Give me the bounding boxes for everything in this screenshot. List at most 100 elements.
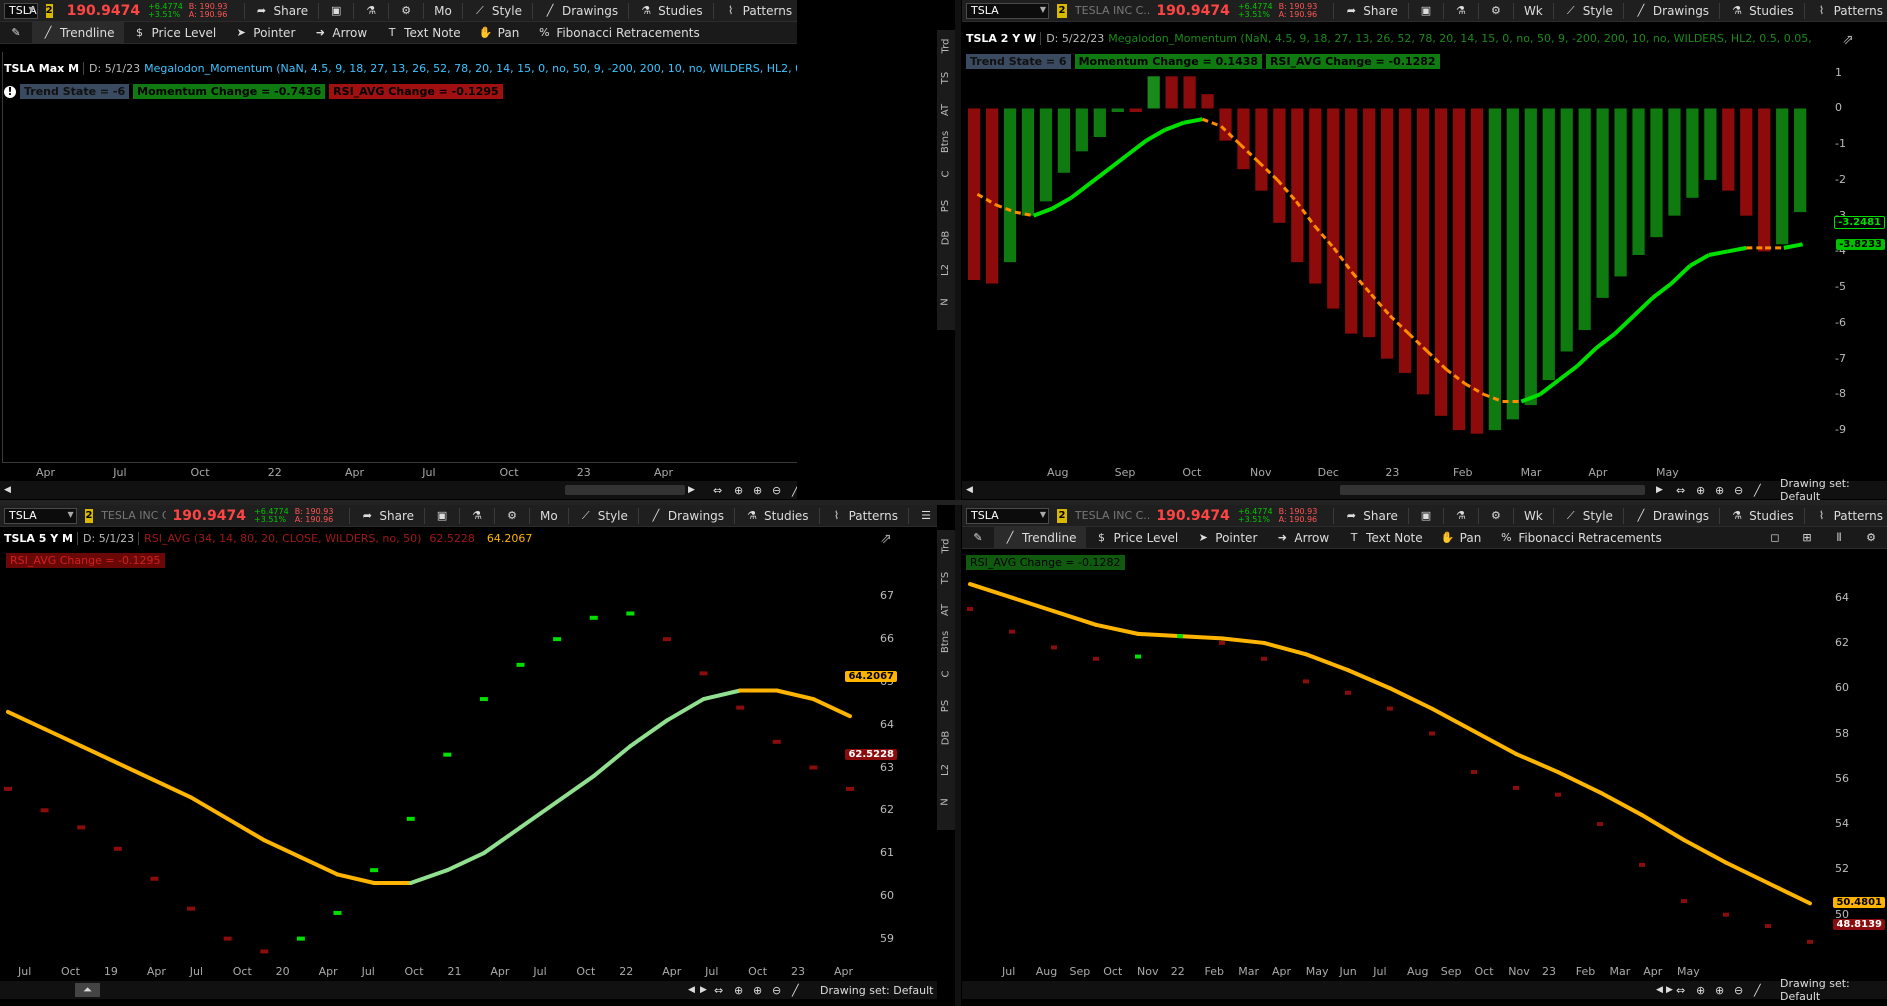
draw-icon[interactable]: ╱ xyxy=(792,984,799,997)
x-tick-label: Feb xyxy=(1453,466,1473,479)
scroll-left-icon[interactable]: ◀ xyxy=(1656,985,1663,995)
trendline-tool[interactable]: ╱ Trendline xyxy=(32,21,124,44)
flask-button[interactable]: ⚗ xyxy=(360,4,382,18)
expand-h-icon[interactable]: ⇔ xyxy=(1676,484,1685,497)
drawing-toolbar: ✎ ╱ Trendline $ Price Level ➤ Pointer ➜ Arro… xyxy=(0,21,797,44)
y-tick-label: -1 xyxy=(1835,137,1846,151)
x-tick-label: May xyxy=(1677,965,1700,978)
draw-icon[interactable]: ╱ xyxy=(792,484,797,497)
zoom-out-icon[interactable]: ⊖ xyxy=(772,984,781,997)
scroll-right-icon[interactable]: ▶ xyxy=(1666,985,1673,995)
pan-tool[interactable]: ✋ Pan xyxy=(470,22,529,44)
rsi-avg-segment xyxy=(408,868,450,885)
rsi-avg-segment xyxy=(664,697,706,723)
zoom-in-icon[interactable]: ⊕ xyxy=(1715,984,1724,997)
chart-panel-max-monthly: TSLA▼ 2 TESLA INC C... 190.9474 +6.4774+… xyxy=(0,0,797,500)
watchlist-button[interactable]: ▣ xyxy=(325,4,347,18)
price-tag-rsi-avg: -3.2481 xyxy=(1834,216,1885,229)
y-tick-label: 61 xyxy=(880,846,894,860)
drawing-set[interactable]: Drawing set: Default xyxy=(820,984,933,997)
draw-icon[interactable]: ╱ xyxy=(1754,484,1761,497)
drawings-button[interactable]: ╱ Drawings xyxy=(539,4,622,18)
rsi-point xyxy=(4,786,12,791)
rsi-point xyxy=(1345,690,1351,695)
price-level-tool[interactable]: $ Price Level xyxy=(124,22,226,44)
patterns-button[interactable]: ⌇ Patterns xyxy=(720,4,796,18)
crosshair-icon[interactable]: ⊕ xyxy=(734,984,743,997)
crosshair-icon[interactable]: ⊕ xyxy=(734,484,743,497)
text-note-tool[interactable]: T Text Note xyxy=(376,22,470,44)
symbol-selector[interactable]: TSLA ▼ xyxy=(4,2,38,19)
momentum-bar xyxy=(1075,108,1088,152)
zoom-out-icon[interactable]: ⊖ xyxy=(772,484,781,497)
rsi-avg-segment xyxy=(335,872,377,885)
fibonacci-tool[interactable]: % Fibonacci Retracements xyxy=(528,22,708,44)
scroll-left-icon[interactable]: ◀ xyxy=(966,485,973,495)
pointer-tool[interactable]: ➤ Pointer xyxy=(225,22,304,44)
x-tick-label: Oct xyxy=(190,466,210,479)
collapse-icon[interactable]: ⏶ xyxy=(75,983,100,997)
style-button[interactable]: ⟋ Style xyxy=(469,4,526,18)
scrollbar[interactable] xyxy=(1340,485,1645,495)
momentum-bar xyxy=(1003,108,1017,263)
trendline-icon: ╱ xyxy=(44,26,52,39)
pointer-icon: ➤ xyxy=(236,26,246,39)
draw-icon[interactable]: ╱ xyxy=(1754,984,1761,997)
panel-divider-horizontal[interactable] xyxy=(0,500,1887,505)
rsi-avg-segment xyxy=(1052,609,1098,627)
zoom-in-icon[interactable]: ⊕ xyxy=(753,484,762,497)
pin-button[interactable]: ✎ xyxy=(0,22,32,44)
arrow-tool[interactable]: ➜ Arrow xyxy=(304,22,376,44)
link-badge[interactable]: 2 xyxy=(45,3,53,18)
settings-button[interactable]: ⚙ xyxy=(395,4,417,18)
rsi-point xyxy=(77,825,86,830)
x-tick-label: Oct xyxy=(1474,965,1494,978)
scroll-left-icon[interactable]: ◀ xyxy=(688,985,695,995)
expand-h-icon[interactable]: ⇔ xyxy=(714,984,723,997)
text-icon: T xyxy=(388,26,396,39)
aggregation-button[interactable]: Mo xyxy=(430,4,456,18)
y-tick-label: 64 xyxy=(880,717,894,731)
x-tick-label: Sep xyxy=(1069,965,1091,978)
rsi-avg-segment xyxy=(1613,314,1636,336)
crosshair-icon[interactable]: ⊕ xyxy=(1696,484,1705,497)
momentum-bar xyxy=(1165,76,1178,109)
zoom-in-icon[interactable]: ⊕ xyxy=(753,984,762,997)
x-tick-label: Jul xyxy=(1002,965,1016,978)
scroll-left-icon[interactable]: ◀ xyxy=(4,485,11,495)
x-tick-label: Nov xyxy=(1250,466,1272,479)
x-tick-label: Dec xyxy=(1317,466,1339,479)
drawing-set[interactable]: Drawing set: Default xyxy=(1780,977,1887,1003)
scroll-right-icon[interactable]: ▶ xyxy=(688,485,695,495)
drawing-set[interactable]: Drawing set: Default xyxy=(1780,477,1887,500)
studies-button[interactable]: ⚗ Studies xyxy=(635,4,707,18)
rsi-avg-segment xyxy=(1069,181,1092,200)
rsi-avg-segment xyxy=(1010,595,1056,614)
zoom-out-icon[interactable]: ⊖ xyxy=(1734,484,1743,497)
momentum-bar xyxy=(1578,108,1591,331)
y-tick-label: -2 xyxy=(1835,172,1846,186)
y-tick-label: 52 xyxy=(1835,862,1849,876)
share-button[interactable]: ➦ Share xyxy=(251,4,313,18)
rsi-point xyxy=(1093,656,1099,661)
expand-h-icon[interactable]: ⇔ xyxy=(713,484,722,497)
momentum-bar xyxy=(1363,108,1376,338)
momentum-bar xyxy=(1255,108,1268,191)
rsi-avg-segment xyxy=(628,718,669,749)
rsi-avg-segment xyxy=(1107,153,1129,171)
expand-h-icon[interactable]: ⇔ xyxy=(1676,984,1685,997)
bottom-bar: ◀ ▶ ⇔ ⊕ ⊕ ⊖ ╱ Drawing set: Default xyxy=(962,477,1887,500)
scroll-right-icon[interactable]: ▶ xyxy=(700,985,707,995)
momentum-bar xyxy=(1237,108,1250,170)
rsi-point xyxy=(113,846,122,851)
scrollbar[interactable] xyxy=(565,485,685,495)
x-tick-label: Apr xyxy=(345,466,365,479)
scroll-right-icon[interactable]: ▶ xyxy=(1656,485,1663,495)
x-tick-label: Sep xyxy=(1114,466,1136,479)
zoom-in-icon[interactable]: ⊕ xyxy=(1715,484,1724,497)
momentum-bar xyxy=(1776,108,1789,245)
y-tick-label: 56 xyxy=(1835,771,1849,785)
crosshair-icon[interactable]: ⊕ xyxy=(1696,984,1705,997)
x-axis: Aug Sep Oct Nov Dec 23 Feb Mar Apr May xyxy=(962,464,1827,480)
zoom-out-icon[interactable]: ⊖ xyxy=(1734,984,1743,997)
